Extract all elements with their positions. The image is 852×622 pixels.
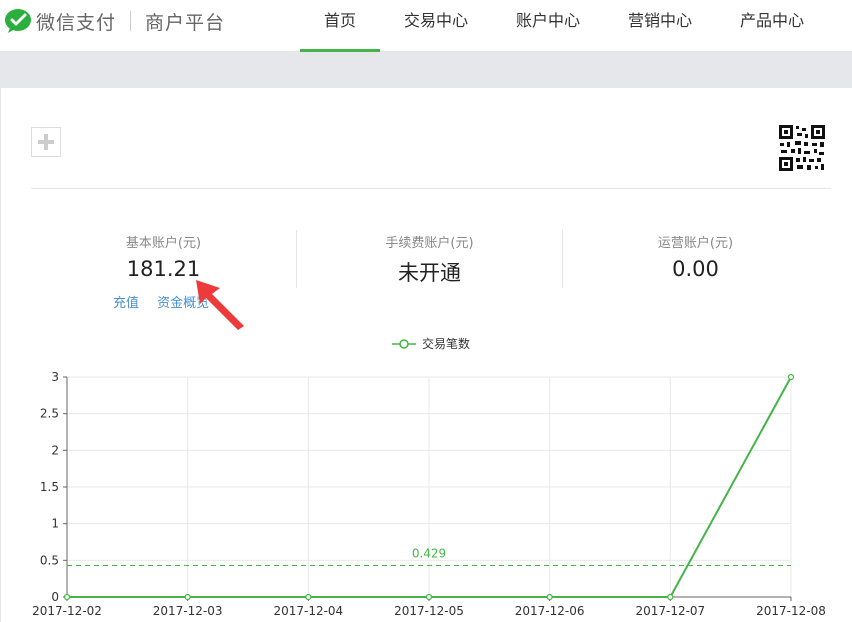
data-point (305, 593, 312, 601)
x-tick-label: 2017-12-06 (515, 604, 585, 618)
operation-account-label: 运营账户(元) (657, 236, 734, 251)
y-tick-label: 2.5 (40, 407, 59, 421)
data-point (787, 373, 795, 381)
y-tick-label: 0 (51, 590, 59, 604)
nav-transaction-center[interactable]: 交易中心 (380, 0, 492, 52)
legend-label: 交易笔数 (422, 337, 471, 351)
data-point (425, 593, 433, 601)
fee-account-value: 未开通 (398, 261, 461, 285)
main-nav: 首页 交易中心 账户中心 营销中心 产品中心 (300, 0, 828, 52)
transaction-chart: 0 0.5 1 1.5 2 2.5 3 2017-12-02 2017-12-03 2017-12… (32, 370, 826, 618)
x-tick-label: 2017-12-02 (32, 604, 102, 618)
wechat-pay-logo[interactable]: 微信支付 商户平台 (4, 8, 225, 34)
section-divider (31, 188, 831, 189)
wechat-logo-icon (5, 9, 31, 33)
y-tick-label: 3 (51, 370, 59, 384)
basic-account-value: 181.21 (126, 257, 201, 281)
red-arrow-icon (196, 280, 244, 330)
operation-account: 运营账户(元) 0.00 (563, 232, 828, 281)
fee-account: 手续费账户(元) 未开通 (297, 232, 562, 287)
nav-product-center[interactable]: 产品中心 (716, 0, 828, 52)
x-tick-label: 2017-12-07 (635, 604, 705, 618)
gray-strip (0, 52, 852, 88)
x-tick-label: 2017-12-03 (153, 604, 223, 618)
data-point (63, 593, 71, 601)
average-line-label: 0.429 (412, 547, 446, 561)
operation-account-value: 0.00 (672, 257, 719, 281)
add-button[interactable] (31, 127, 61, 157)
basic-account: 基本账户(元) 181.21 (31, 232, 296, 281)
x-tick-label: 2017-12-04 (273, 604, 343, 618)
data-point (184, 593, 191, 601)
nav-home[interactable]: 首页 (300, 0, 380, 52)
brand-name: 微信支付 (36, 11, 117, 34)
x-tick-label: 2017-12-08 (756, 604, 826, 618)
data-point (667, 593, 674, 601)
x-tick-label: 2017-12-05 (394, 604, 464, 618)
y-tick-label: 2 (51, 443, 59, 457)
recharge-link[interactable]: 充值 (113, 296, 139, 311)
nav-marketing-center[interactable]: 营销中心 (604, 0, 716, 52)
y-tick-label: 1 (51, 517, 59, 531)
qr-code-icon[interactable] (778, 124, 826, 172)
top-header: 微信支付 商户平台 首页 交易中心 账户中心 营销中心 产品中心 (0, 0, 852, 52)
y-tick-label: 0.5 (40, 553, 59, 567)
y-tick-label: 1.5 (40, 480, 59, 494)
legend-line-icon (392, 338, 416, 349)
platform-name: 商户平台 (145, 11, 226, 34)
fee-account-label: 手续费账户(元) (385, 236, 474, 251)
logo-divider (130, 11, 132, 31)
nav-account-center[interactable]: 账户中心 (492, 0, 604, 52)
data-point (546, 593, 553, 601)
chart-legend[interactable]: 交易笔数 (392, 335, 470, 352)
basic-account-label: 基本账户(元) (125, 236, 202, 251)
